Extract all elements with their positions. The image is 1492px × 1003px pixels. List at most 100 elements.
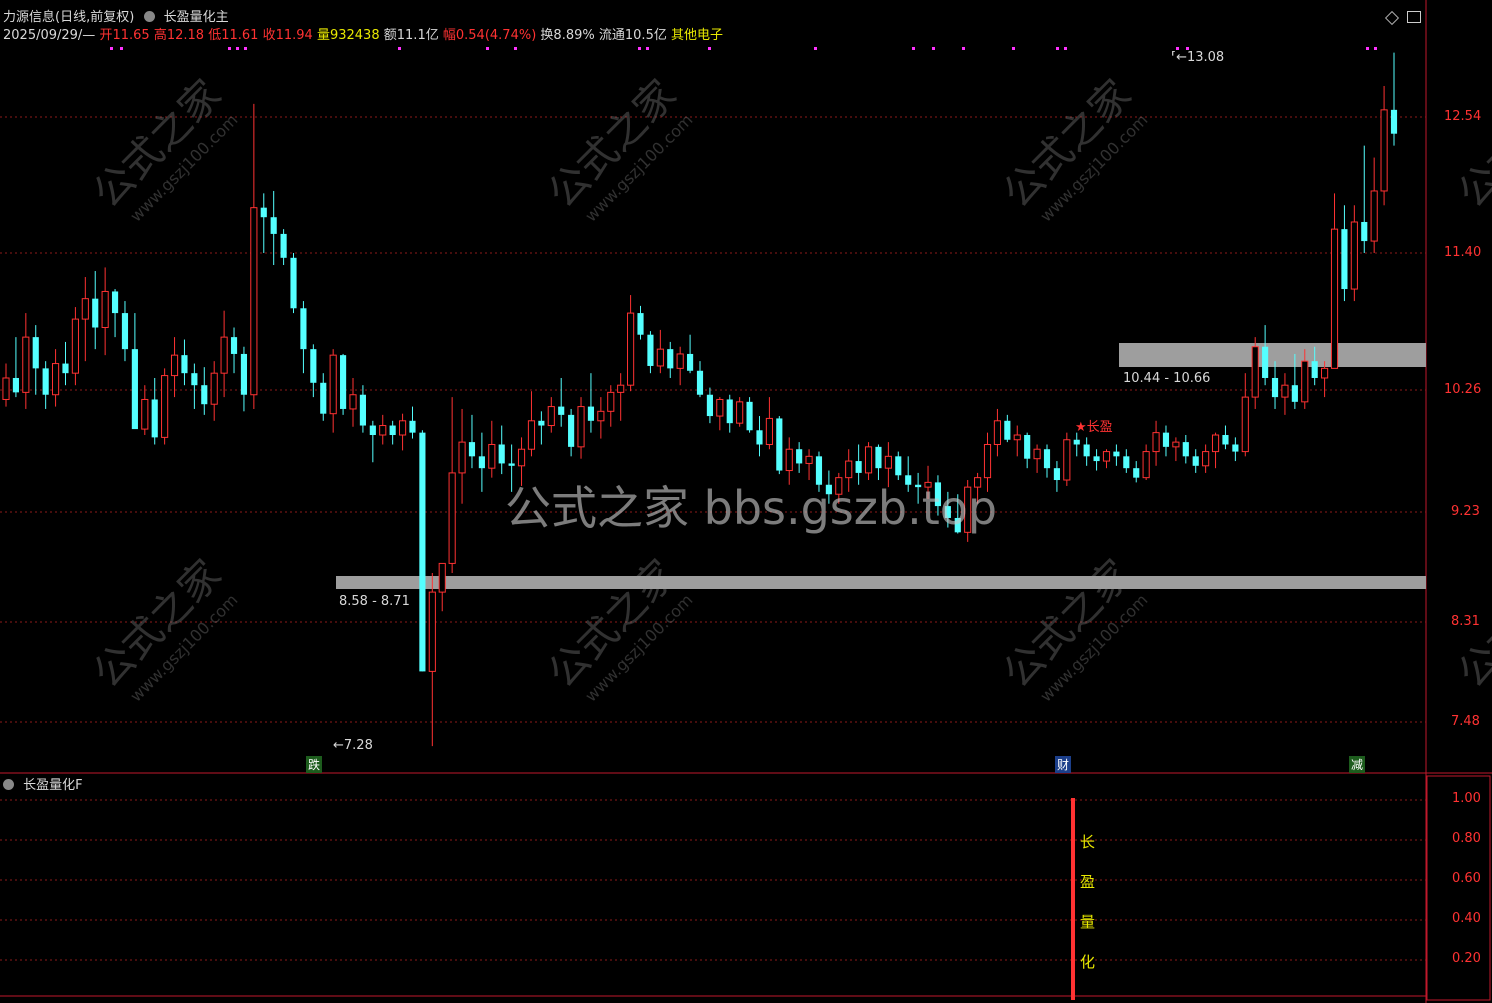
candle-body: [1211, 434, 1220, 453]
watermark-tile: 公式之家www.gszj100.com: [85, 71, 242, 225]
candle-body: [409, 420, 416, 433]
candle-body: [111, 291, 119, 314]
watermark-tile: 公式之家www.gszj100.com: [540, 551, 697, 705]
candle-body: [1063, 439, 1071, 481]
candle-body: [656, 348, 664, 367]
candle-body: [1370, 190, 1378, 242]
candle-body: [547, 406, 555, 427]
candle-body: [796, 449, 803, 464]
candle-body: [1390, 109, 1398, 134]
candle-body: [310, 349, 317, 383]
event-tag-reduce[interactable]: 减: [1349, 756, 1366, 773]
sector-label[interactable]: 其他电子: [671, 28, 723, 43]
candle-body: [1321, 367, 1329, 379]
stock-title[interactable]: 力源信息(日线,前复权): [3, 10, 134, 25]
turnover-label: 换: [540, 28, 554, 43]
candle-body: [726, 399, 733, 424]
candle-body: [1341, 229, 1348, 290]
candle-body: [340, 355, 347, 409]
candle-body: [1172, 441, 1180, 448]
chart-title-bar: 力源信息(日线,前复权) 长盈量化主: [3, 10, 229, 26]
candle-body: [517, 448, 526, 467]
turnover-value: 8.89%: [553, 28, 595, 43]
price-axis-label: 8.31: [1451, 614, 1480, 629]
signal-dot: [1366, 47, 1369, 50]
candle-body: [151, 399, 158, 438]
event-tag-finance[interactable]: 财: [1055, 756, 1072, 773]
vertical-text-char: 化: [1080, 953, 1096, 971]
candle-body: [181, 355, 188, 374]
signal-dot: [110, 47, 113, 50]
low-value: 11.61: [221, 28, 259, 43]
candle-body: [458, 441, 466, 474]
main-indicator-name[interactable]: 长盈量化主: [164, 10, 229, 25]
zone-label: 8.58 - 8.71: [339, 594, 410, 609]
candle-body: [12, 377, 19, 393]
watermark-tile: 公式之家www.gszj100.com: [85, 551, 242, 705]
candle-body: [1330, 228, 1339, 369]
candle-body: [1093, 456, 1100, 462]
candle-body: [568, 414, 575, 447]
candle-body: [349, 394, 357, 410]
candle-body: [448, 472, 456, 564]
event-tag-fall[interactable]: 跌: [306, 756, 323, 773]
candle-body: [201, 385, 208, 405]
high-value: 12.18: [166, 28, 205, 43]
candle-body: [42, 368, 49, 395]
candle-body: [419, 432, 426, 672]
candle-body: [191, 373, 198, 386]
sub-indicator-name[interactable]: 长盈量化F: [23, 778, 82, 793]
candle-body: [1271, 377, 1279, 398]
arrow-left-icon: ←: [333, 738, 344, 753]
collapse-icon[interactable]: [144, 11, 156, 22]
signal-dot: [814, 47, 817, 50]
price-axis-label: 9.23: [1451, 504, 1480, 519]
amount-label: 额: [383, 28, 397, 43]
candle-body: [746, 401, 753, 431]
candle-body: [1123, 456, 1130, 469]
candle-body: [875, 446, 882, 469]
price-axis-label: 11.40: [1444, 245, 1482, 260]
signal-dot: [1374, 47, 1377, 50]
candle-body: [617, 384, 625, 393]
low-label: 低: [208, 28, 222, 43]
candle-body: [1311, 361, 1318, 378]
candle-body: [1053, 468, 1060, 481]
candle-body: [627, 312, 635, 386]
candle-body: [597, 410, 605, 422]
candle-body: [696, 370, 704, 395]
zone-label: 10.44 - 10.66: [1123, 371, 1211, 386]
signal-dot: [120, 47, 123, 50]
signal-dot: [486, 47, 489, 50]
candle-body: [1133, 468, 1140, 478]
candle-body: [300, 308, 307, 350]
candle-body: [577, 406, 585, 448]
candle-body: [1251, 346, 1259, 398]
candle-body: [1102, 451, 1111, 462]
candle-body: [359, 394, 366, 426]
candle-body: [1192, 456, 1199, 466]
candle-body: [527, 420, 536, 450]
sub-panel-title-bar: 长盈量化F: [3, 778, 83, 794]
signal-dot: [912, 47, 915, 50]
candle-body: [1182, 442, 1189, 457]
quote-date: 2025/09/29/—: [3, 28, 96, 43]
high-label: 高: [153, 28, 167, 43]
watermark-tile: 公式之家www.gszj100.com: [995, 551, 1152, 705]
candle-body: [220, 336, 228, 374]
candle-body: [1281, 384, 1289, 398]
candle-body: [1301, 360, 1309, 403]
volume-label: 量: [316, 28, 330, 43]
signal-dot: [1056, 47, 1059, 50]
candle-body: [398, 420, 407, 436]
window-icon[interactable]: [1407, 11, 1421, 23]
volume-value: 932438: [329, 28, 380, 43]
candle-body: [1291, 385, 1298, 402]
candle-body: [240, 353, 248, 395]
signal-dot: [708, 47, 711, 50]
candle-body: [121, 313, 129, 350]
sub-axis-label: 0.80: [1452, 831, 1481, 846]
signal-dot: [244, 47, 247, 50]
collapse-icon[interactable]: [3, 779, 14, 790]
candle-body: [1083, 444, 1090, 457]
